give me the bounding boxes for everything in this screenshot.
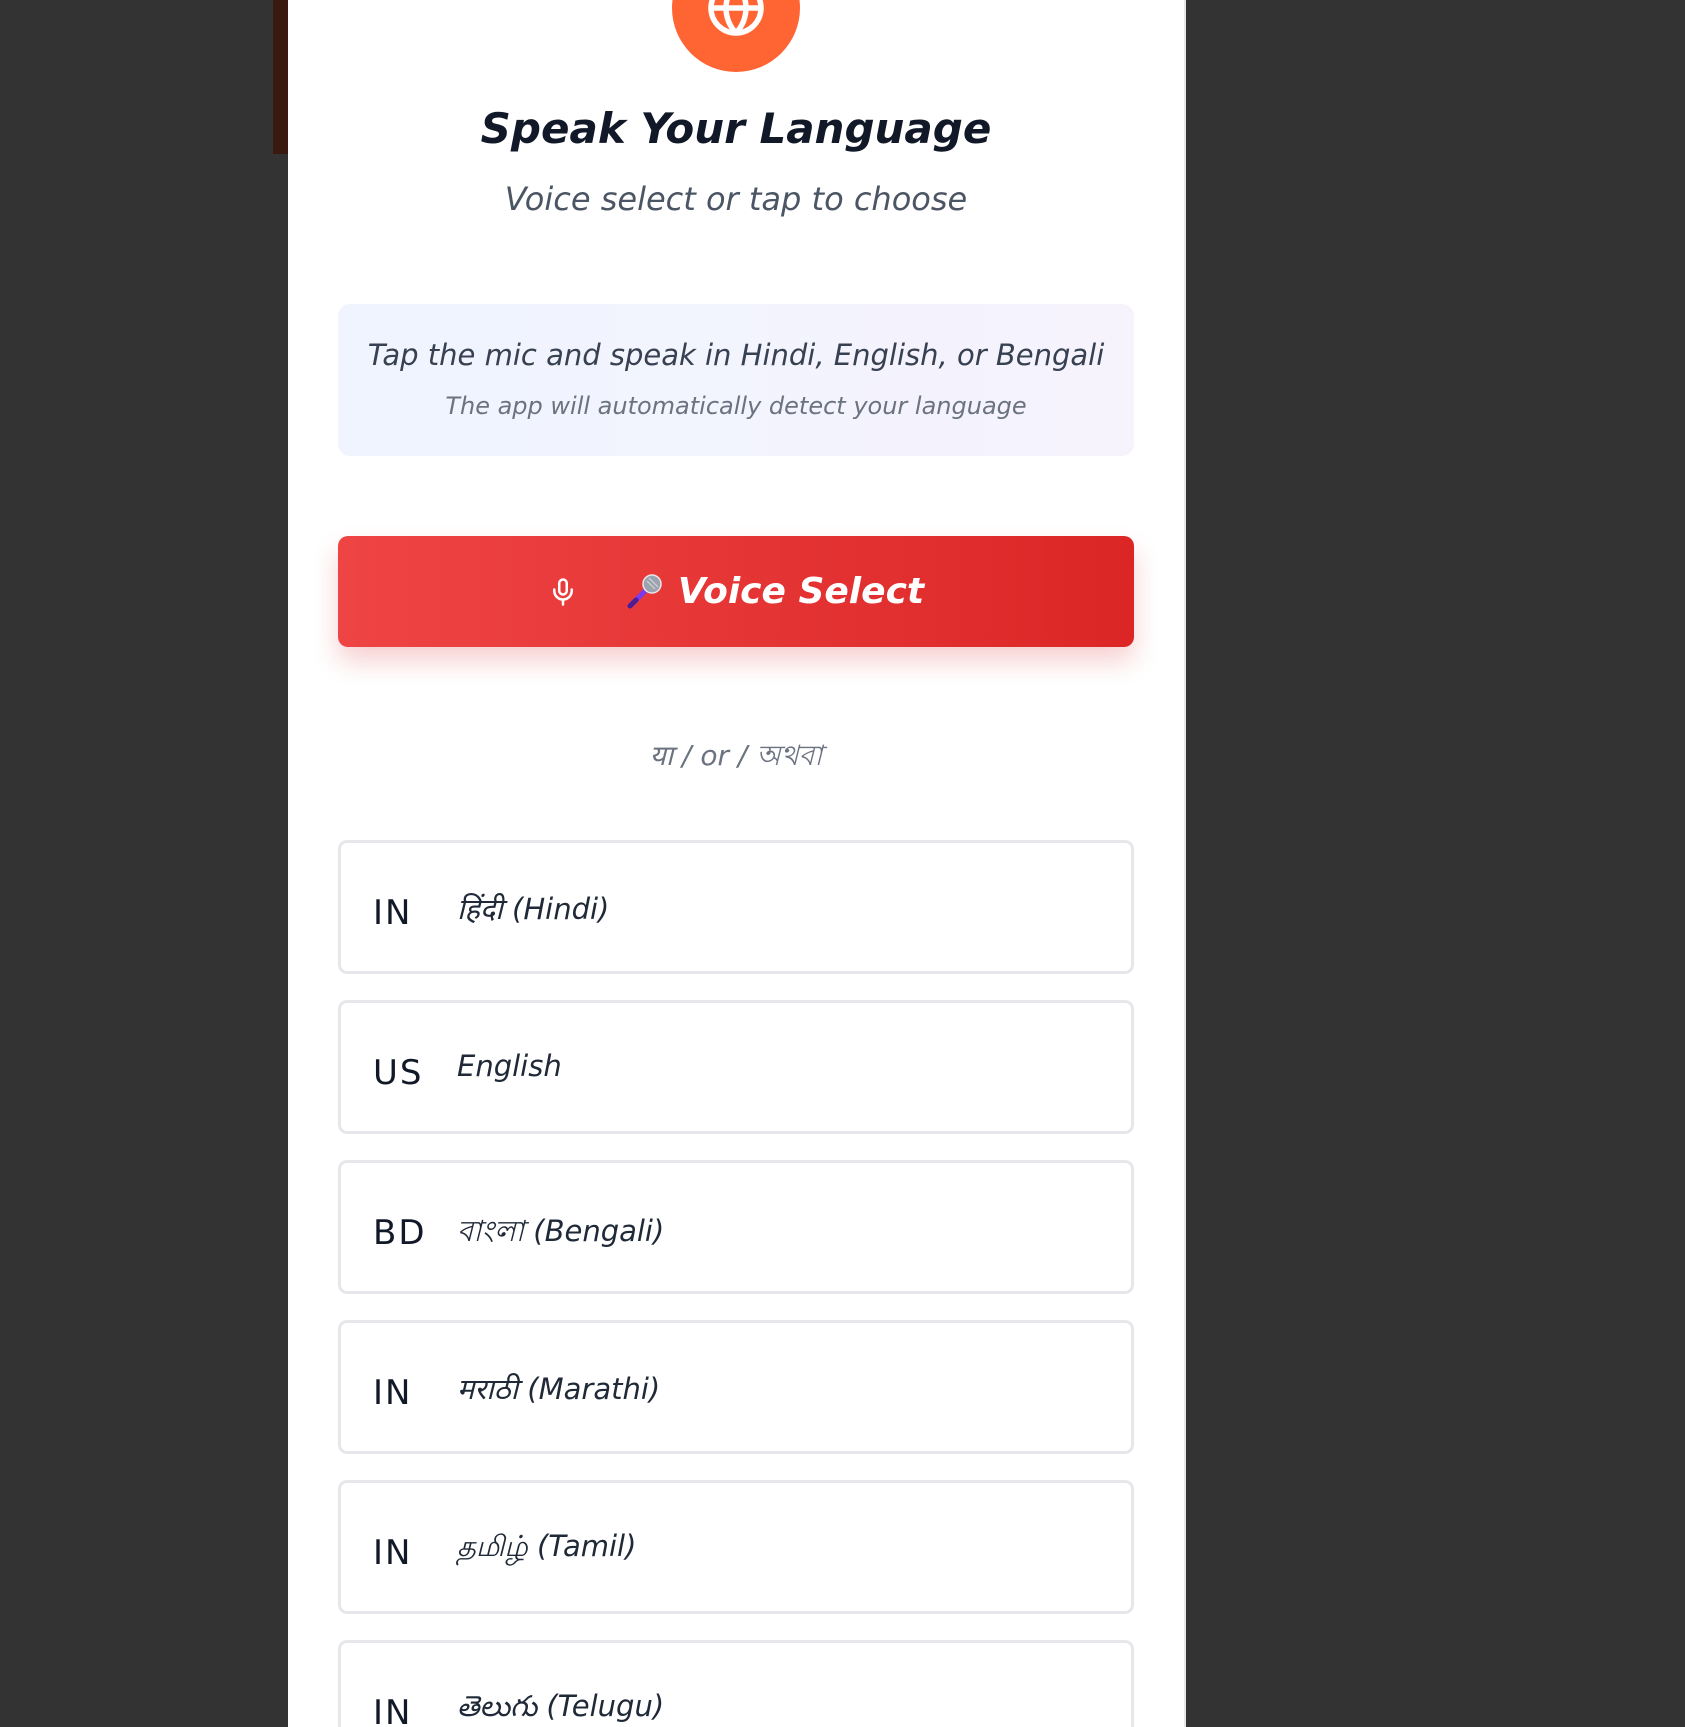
hint-main-text: Tap the mic and speak in Hindi, English,… [367, 338, 1105, 372]
background-strip [273, 0, 288, 154]
language-option-english[interactable]: US English [338, 1000, 1134, 1134]
language-option-telugu[interactable]: IN తెలుగు (Telugu) [338, 1640, 1134, 1727]
country-code: BD [373, 1213, 427, 1253]
hint-sub-text: The app will automatically detect your l… [445, 392, 1027, 420]
karaoke-mic-icon [624, 572, 664, 612]
language-name: मराठी (Marathi) [457, 1372, 661, 1406]
country-code: IN [373, 1533, 413, 1573]
country-code: IN [373, 1693, 413, 1727]
voice-select-label: Voice Select [677, 571, 925, 612]
language-name: বাংলা (Bengali) [457, 1214, 665, 1248]
voice-select-button[interactable]: Voice Select [338, 536, 1134, 647]
language-name: తెలుగు (Telugu) [457, 1689, 665, 1723]
language-select-panel: Speak Your Language Voice select or tap … [288, 0, 1186, 1727]
globe-icon [708, 0, 764, 36]
globe-badge [672, 0, 800, 72]
language-option-marathi[interactable]: IN मराठी (Marathi) [338, 1320, 1134, 1454]
voice-hint-box: Tap the mic and speak in Hindi, English,… [338, 304, 1134, 456]
language-name: தமிழ் (Tamil) [457, 1529, 637, 1563]
language-option-tamil[interactable]: IN தமிழ் (Tamil) [338, 1480, 1134, 1614]
language-option-bengali[interactable]: BD বাংলা (Bengali) [338, 1160, 1134, 1294]
microphone-icon [548, 575, 578, 609]
page-subtitle: Voice select or tap to choose [504, 180, 968, 218]
language-option-hindi[interactable]: IN हिंदी (Hindi) [338, 840, 1134, 974]
language-name: हिंदी (Hindi) [457, 892, 610, 926]
country-code: US [373, 1053, 424, 1093]
language-name: English [457, 1049, 562, 1083]
country-code: IN [373, 1373, 413, 1413]
country-code: IN [373, 893, 413, 933]
or-divider: या / or / অথবা [649, 739, 823, 772]
page-title: Speak Your Language [480, 104, 992, 153]
